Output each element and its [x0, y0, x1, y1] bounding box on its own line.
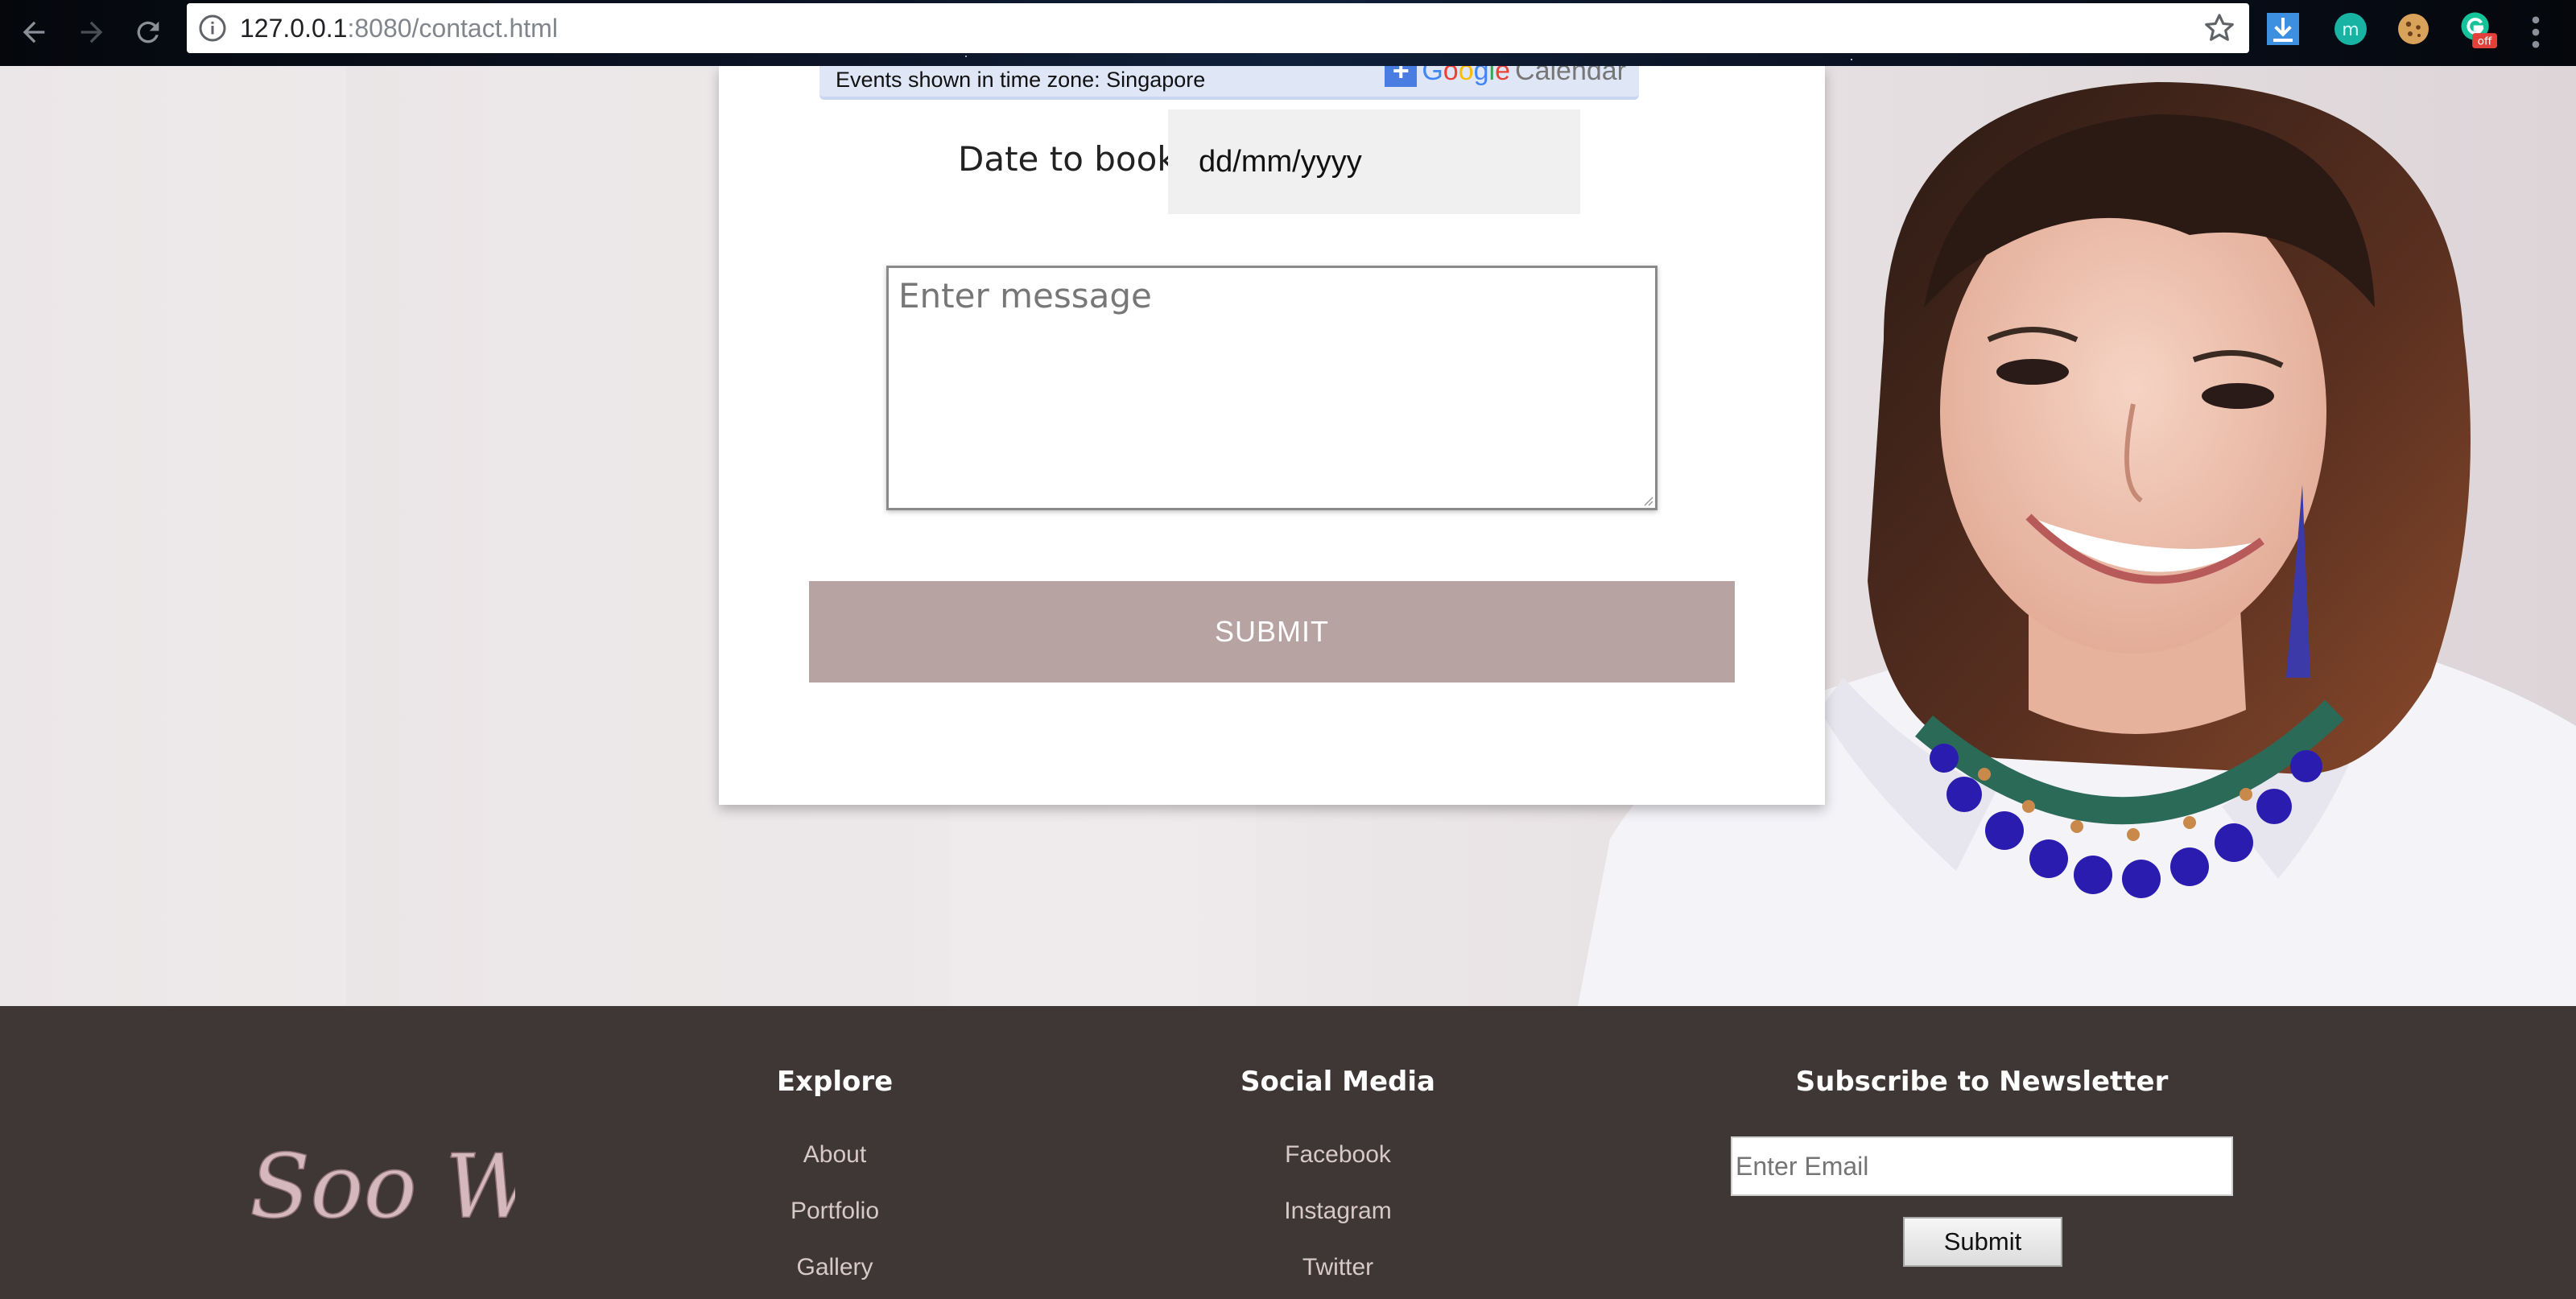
- date-input[interactable]: dd/mm/yyyy: [1168, 109, 1580, 214]
- plus-icon: +: [1385, 66, 1418, 87]
- url-host: 127.0.0.1: [240, 14, 348, 43]
- reload-icon: [137, 21, 159, 43]
- newsletter-heading: Subscribe to Newsletter: [1795, 1066, 2169, 1098]
- forward-arrow-icon: [80, 21, 103, 43]
- google-calendar-button[interactable]: + Google Calendar: [1385, 66, 1626, 87]
- explore-heading: Explore: [776, 1066, 894, 1098]
- m-extension-icon[interactable]: m: [2331, 10, 2370, 48]
- extension-off-badge: off: [2478, 35, 2492, 48]
- footer-link-facebook[interactable]: Facebook: [1217, 1141, 1459, 1169]
- footer-link-twitter[interactable]: Twitter: [1217, 1254, 1459, 1281]
- info-icon[interactable]: [198, 14, 227, 43]
- footer-link-gallery[interactable]: Gallery: [749, 1254, 921, 1281]
- url-text: 127.0.0.1:8080/contact.html: [240, 3, 558, 53]
- timezone-text: Events shown in time zone: Singapore: [836, 68, 1206, 92]
- newsletter-submit-button[interactable]: Submit: [1903, 1217, 2062, 1267]
- site-footer: Soo Wei Explore About Portfolio Gallery …: [0, 1006, 2576, 1299]
- booking-form: Events shown in time zone: Singapore + G…: [719, 66, 1825, 805]
- browser-menu-icon[interactable]: [2528, 11, 2544, 53]
- footer-link-portfolio[interactable]: Portfolio: [749, 1198, 921, 1225]
- footer-link-about[interactable]: About: [749, 1141, 921, 1169]
- grammarly-extension-icon[interactable]: off: [2458, 10, 2497, 48]
- contact-hero: Events shown in time zone: Singapore + G…: [0, 66, 2576, 1006]
- wall-panel: [0, 66, 346, 1006]
- newsletter-email-input[interactable]: Enter Email: [1731, 1136, 2233, 1196]
- url-path: :8080/contact.html: [347, 14, 558, 43]
- footer-link-instagram[interactable]: Instagram: [1217, 1198, 1459, 1225]
- social-media-heading: Social Media: [1241, 1066, 1435, 1098]
- reload-button[interactable]: [126, 10, 171, 55]
- date-to-book-label: Date to book:: [958, 139, 1188, 179]
- cookie-extension-icon[interactable]: [2394, 10, 2433, 48]
- download-extension-icon[interactable]: [2264, 10, 2302, 48]
- bookmark-star-icon[interactable]: [2202, 11, 2236, 45]
- google-wordmark: Google: [1422, 66, 1511, 86]
- calendar-embed-footer: Events shown in time zone: Singapore + G…: [819, 66, 1639, 100]
- calendar-word: Calendar: [1515, 66, 1626, 86]
- email-placeholder: Enter Email: [1736, 1152, 1869, 1181]
- submit-button[interactable]: SUBMIT: [809, 581, 1735, 682]
- soo-wei-logo[interactable]: Soo Wei: [242, 1128, 515, 1249]
- back-button[interactable]: [11, 10, 56, 55]
- logo-text: Soo Wei: [250, 1135, 515, 1238]
- svg-text:m: m: [2342, 20, 2359, 40]
- back-arrow-icon: [23, 21, 45, 43]
- message-textarea[interactable]: Enter message: [886, 266, 1657, 510]
- forward-button[interactable]: [69, 10, 114, 55]
- message-placeholder: Enter message: [898, 276, 1152, 315]
- browser-toolbar: 127.0.0.1:8080/contact.html m off: [0, 0, 2576, 66]
- address-bar[interactable]: 127.0.0.1:8080/contact.html: [187, 3, 2249, 53]
- resize-grip-icon[interactable]: [1641, 493, 1653, 506]
